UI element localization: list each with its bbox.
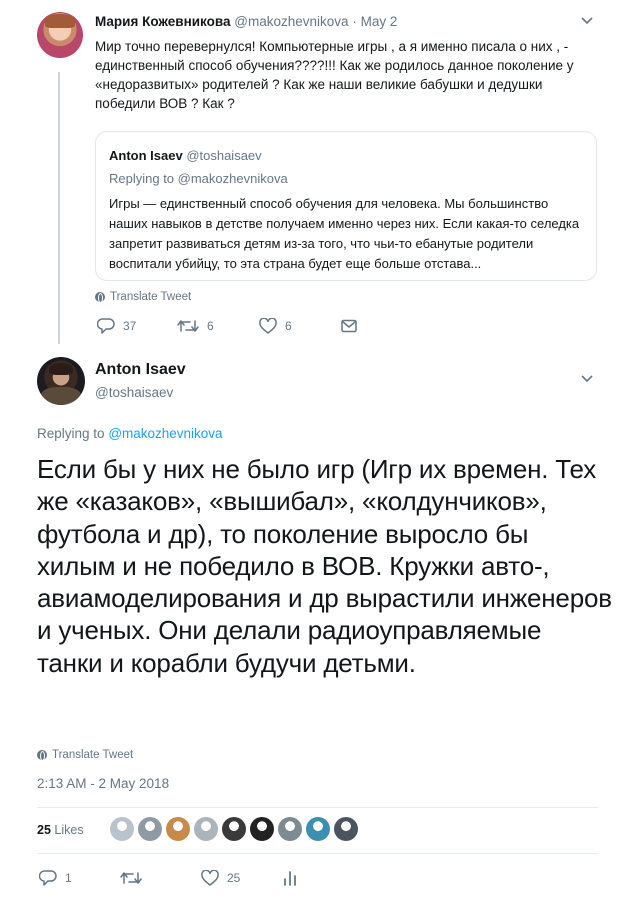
liker-avatars	[110, 817, 358, 841]
chevron-down-icon[interactable]	[580, 374, 594, 384]
analytics-button[interactable]	[283, 870, 297, 886]
retweet-button[interactable]	[120, 870, 201, 886]
quoted-text: Игры — единственный способ обучения для …	[109, 196, 580, 271]
quoted-replying-to: Replying to @makozhevnikova	[109, 171, 288, 186]
avatar[interactable]	[37, 357, 85, 405]
liker-avatar[interactable]	[110, 817, 134, 841]
divider	[37, 853, 598, 854]
reply-button[interactable]: 1	[39, 870, 120, 886]
retweet-count: 6	[207, 319, 214, 333]
thread-line	[58, 72, 60, 344]
replying-to: Replying to @makozhevnikova	[37, 426, 223, 441]
likes-label: Likes	[54, 823, 84, 837]
replying-handle-link[interactable]: @makozhevnikova	[108, 426, 222, 441]
heart-icon	[201, 870, 219, 886]
avatar[interactable]	[37, 12, 83, 58]
chevron-down-icon[interactable]	[580, 16, 594, 26]
tweet-timestamp[interactable]: 2:13 AM - 2 May 2018	[37, 776, 169, 791]
author-handle[interactable]: @toshaisaev	[95, 385, 173, 400]
tweet-header: Мария Кожевникова @makozhevnikova · May …	[95, 14, 397, 29]
replying-prefix: Replying to	[37, 426, 105, 441]
retweet-icon	[177, 318, 199, 334]
quoted-author-handle: @toshaisaev	[186, 148, 262, 163]
envelope-icon	[341, 319, 357, 333]
heart-icon	[259, 318, 277, 334]
reply-icon	[97, 318, 115, 334]
translate-tweet-link[interactable]: Translate Tweet	[37, 749, 133, 761]
author-name[interactable]: Anton Isaev	[95, 361, 186, 379]
liker-avatar[interactable]	[166, 817, 190, 841]
liker-avatar[interactable]	[250, 817, 274, 841]
tweet-text: Если бы у них не было игр (Игр их времен…	[37, 454, 612, 678]
liker-avatar[interactable]	[138, 817, 162, 841]
analytics-icon	[283, 870, 297, 886]
globe-icon	[95, 292, 105, 303]
retweet-icon	[120, 870, 142, 886]
translate-tweet-link[interactable]: Translate Tweet	[95, 291, 191, 303]
globe-icon	[37, 750, 47, 761]
reply-icon	[39, 870, 57, 886]
quoted-tweet[interactable]: Anton Isaev @toshaisaev Replying to @mak…	[95, 131, 597, 281]
action-bar: 1 25	[39, 870, 297, 886]
like-count: 6	[285, 319, 292, 333]
liker-avatar[interactable]	[306, 817, 330, 841]
reply-count: 1	[65, 871, 72, 885]
parent-tweet[interactable]: Мария Кожевникова @makozhevnikova · May …	[0, 0, 635, 350]
quoted-author-name: Anton Isaev	[109, 148, 183, 163]
like-count: 25	[227, 871, 241, 885]
quoted-header: Anton Isaev @toshaisaev	[109, 148, 262, 163]
tweet-text: Мир точно перевернулся! Компьютерные игр…	[95, 39, 574, 111]
direct-message-button[interactable]	[341, 319, 357, 333]
translate-label: Translate Tweet	[110, 291, 192, 303]
author-handle[interactable]: @makozhevnikova	[234, 14, 348, 29]
likes-summary[interactable]: 25 Likes	[37, 823, 84, 837]
like-button[interactable]: 25	[201, 870, 283, 886]
likes-count: 25	[37, 823, 51, 837]
tweet-date[interactable]: May 2	[361, 14, 398, 29]
reply-count: 37	[123, 319, 137, 333]
liker-avatar[interactable]	[222, 817, 246, 841]
liker-avatar[interactable]	[278, 817, 302, 841]
action-bar: 37 6 6	[97, 318, 357, 334]
divider	[37, 807, 598, 808]
like-button[interactable]: 6	[259, 318, 341, 334]
liker-avatar[interactable]	[334, 817, 358, 841]
author-name[interactable]: Мария Кожевникова	[95, 14, 231, 29]
translate-label: Translate Tweet	[52, 749, 134, 761]
liker-avatar[interactable]	[194, 817, 218, 841]
reply-button[interactable]: 37	[97, 318, 177, 334]
separator: ·	[352, 14, 357, 29]
retweet-button[interactable]: 6	[177, 318, 259, 334]
